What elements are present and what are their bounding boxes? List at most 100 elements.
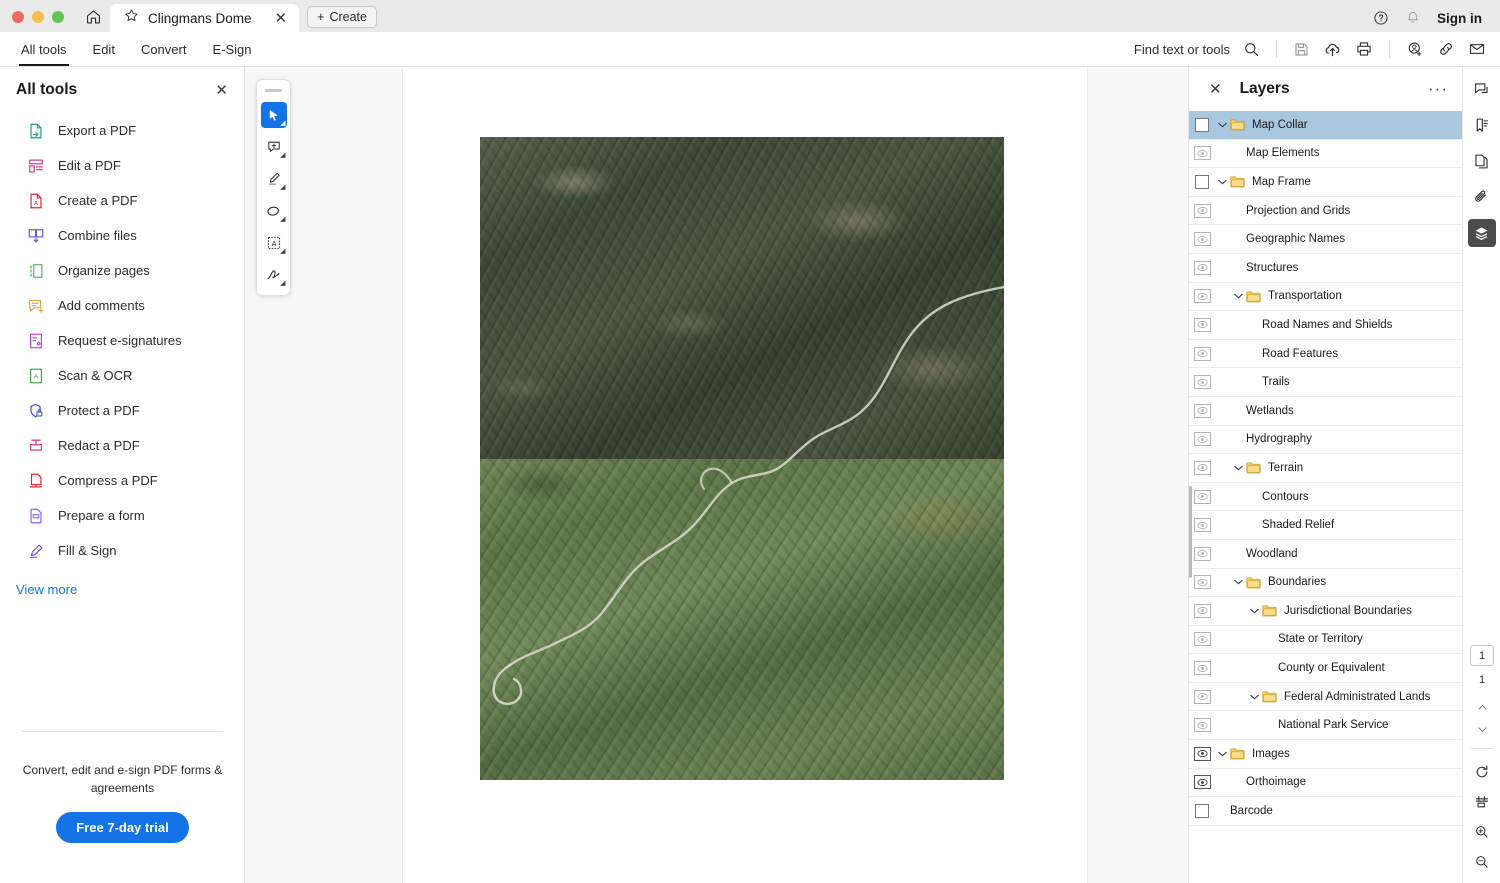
layers-scrollbar-thumb[interactable] <box>1189 486 1192 578</box>
chevron-down-icon[interactable] <box>1247 694 1262 700</box>
layer-row[interactable]: Map Collar <box>1189 111 1462 140</box>
layer-row[interactable]: Contours <box>1189 483 1462 512</box>
print-icon[interactable] <box>1355 40 1373 58</box>
layer-row[interactable]: Jurisdictional Boundaries <box>1189 597 1462 626</box>
layer-visibility-eye-icon[interactable] <box>1193 203 1211 218</box>
layer-visibility-eye-icon[interactable] <box>1193 661 1211 676</box>
previous-page-button[interactable] <box>1469 696 1495 718</box>
search-icon[interactable] <box>1243 41 1260 58</box>
layer-row[interactable]: Road Features <box>1189 340 1462 369</box>
sidebar-item-edit-a-pdf[interactable]: Edit a PDF <box>0 148 244 183</box>
document-viewport[interactable] <box>403 67 1188 883</box>
layer-visibility-eye-icon[interactable] <box>1193 317 1211 332</box>
sidebar-item-add-comments[interactable]: Add comments <box>0 288 244 323</box>
layer-row[interactable]: National Park Service <box>1189 711 1462 741</box>
chevron-down-icon[interactable] <box>1231 579 1246 585</box>
link-icon[interactable] <box>1437 40 1455 58</box>
layer-row[interactable]: Trails <box>1189 368 1462 397</box>
select-tool-button[interactable]: ◢ <box>260 102 287 128</box>
layer-visibility-eye-icon[interactable] <box>1193 489 1211 504</box>
tab-edit[interactable]: Edit <box>80 32 128 66</box>
layer-row[interactable]: Barcode <box>1189 797 1462 826</box>
highlight-tool-button[interactable]: ◢ <box>261 166 287 192</box>
layer-visibility-eye-icon[interactable] <box>1193 375 1211 390</box>
draw-tool-button[interactable]: ◢ <box>261 198 287 224</box>
layer-row[interactable]: Hydrography <box>1189 426 1462 455</box>
cloud-upload-icon[interactable] <box>1323 40 1342 59</box>
layer-checkbox[interactable] <box>1195 174 1209 189</box>
bell-icon[interactable] <box>1405 10 1421 26</box>
page-number-input[interactable]: 1 <box>1470 645 1494 666</box>
layer-row[interactable]: County or Equivalent <box>1189 654 1462 683</box>
sidebar-item-redact-a-pdf[interactable]: Redact a PDF <box>0 428 244 463</box>
layer-row[interactable]: State or Territory <box>1189 626 1462 655</box>
layer-visibility-eye-icon[interactable] <box>1193 518 1211 533</box>
layer-row[interactable]: Map Elements <box>1189 140 1462 169</box>
sidebar-item-compress-a-pdf[interactable]: Compress a PDF <box>0 463 244 498</box>
layer-row[interactable]: Orthoimage <box>1189 769 1462 798</box>
close-tab-button[interactable]: ✕ <box>261 11 288 26</box>
signature-tool-button[interactable]: ◢ <box>261 262 287 288</box>
document-tab[interactable]: Clingmans Dome ✕ <box>110 4 300 32</box>
layer-visibility-eye-icon[interactable] <box>1193 746 1211 761</box>
sidebar-item-prepare-a-form[interactable]: Prepare a form <box>0 498 244 533</box>
layer-row[interactable]: Woodland <box>1189 540 1462 569</box>
sidebar-item-fill-and-sign[interactable]: Fill & Sign <box>0 533 244 568</box>
layer-checkbox[interactable] <box>1195 117 1209 132</box>
sidebar-item-request-e-signatures[interactable]: Request e-signatures <box>0 323 244 358</box>
add-person-icon[interactable] <box>1406 40 1424 58</box>
home-icon[interactable] <box>78 4 108 28</box>
bookmark-icon[interactable] <box>1468 111 1496 139</box>
layer-visibility-eye-icon[interactable] <box>1193 403 1211 418</box>
close-layers-panel-button[interactable]: ✕ <box>1209 80 1222 98</box>
save-icon[interactable] <box>1293 41 1310 58</box>
sidebar-item-combine-files[interactable]: Combine files <box>0 218 244 253</box>
layer-visibility-eye-icon[interactable] <box>1193 546 1211 561</box>
pages-icon[interactable] <box>1468 147 1496 175</box>
maximize-window-button[interactable] <box>52 11 64 23</box>
layer-row[interactable]: Shaded Relief <box>1189 511 1462 540</box>
layers-icon[interactable] <box>1467 219 1496 247</box>
close-window-button[interactable] <box>12 11 24 23</box>
fit-page-icon[interactable] <box>1469 787 1495 817</box>
sidebar-item-organize-pages[interactable]: Organize pages <box>0 253 244 288</box>
tab-convert[interactable]: Convert <box>128 32 200 66</box>
layer-row[interactable]: Wetlands <box>1189 397 1462 426</box>
chevron-down-icon[interactable] <box>1231 293 1246 299</box>
layer-row[interactable]: Boundaries <box>1189 569 1462 598</box>
zoom-out-icon[interactable] <box>1469 847 1495 877</box>
free-trial-button[interactable]: Free 7-day trial <box>56 812 189 843</box>
layer-row[interactable]: Terrain <box>1189 454 1462 483</box>
find-label[interactable]: Find text or tools <box>1134 42 1230 57</box>
next-page-button[interactable] <box>1469 718 1495 740</box>
layers-options-icon[interactable]: ··· <box>1428 80 1448 97</box>
create-button[interactable]: + Create <box>307 6 377 28</box>
sidebar-item-scan-and-ocr[interactable]: A Scan & OCR <box>0 358 244 393</box>
layer-visibility-eye-icon[interactable] <box>1193 632 1211 647</box>
tab-esign[interactable]: E-Sign <box>199 32 264 66</box>
mail-icon[interactable] <box>1468 40 1486 58</box>
sign-in-button[interactable]: Sign in <box>1437 11 1482 26</box>
layer-row[interactable]: Map Frame <box>1189 168 1462 197</box>
comment-icon[interactable] <box>1468 75 1496 103</box>
sidebar-item-export-a-pdf[interactable]: Export a PDF <box>0 113 244 148</box>
close-sidebar-button[interactable]: ✕ <box>215 81 228 99</box>
chevron-down-icon[interactable] <box>1247 608 1262 614</box>
layer-row[interactable]: Road Names and Shields <box>1189 311 1462 340</box>
comment-tool-button[interactable]: ◢ <box>261 134 287 160</box>
text-box-tool-button[interactable]: A ◢ <box>261 230 287 256</box>
rotate-icon[interactable] <box>1469 757 1495 787</box>
layer-checkbox[interactable] <box>1195 804 1209 819</box>
view-more-link[interactable]: View more <box>0 568 244 597</box>
attachment-icon[interactable] <box>1468 183 1496 211</box>
layer-visibility-eye-icon[interactable] <box>1193 289 1211 304</box>
layer-row[interactable]: Structures <box>1189 254 1462 283</box>
sidebar-item-create-a-pdf[interactable]: A Create a PDF <box>0 183 244 218</box>
layer-row[interactable]: Images <box>1189 740 1462 769</box>
chevron-down-icon[interactable] <box>1215 751 1230 757</box>
sidebar-item-protect-a-pdf[interactable]: Protect a PDF <box>0 393 244 428</box>
layer-visibility-eye-icon[interactable] <box>1193 146 1211 161</box>
chevron-down-icon[interactable] <box>1215 122 1230 128</box>
chevron-down-icon[interactable] <box>1231 465 1246 471</box>
layer-visibility-eye-icon[interactable] <box>1193 718 1211 733</box>
